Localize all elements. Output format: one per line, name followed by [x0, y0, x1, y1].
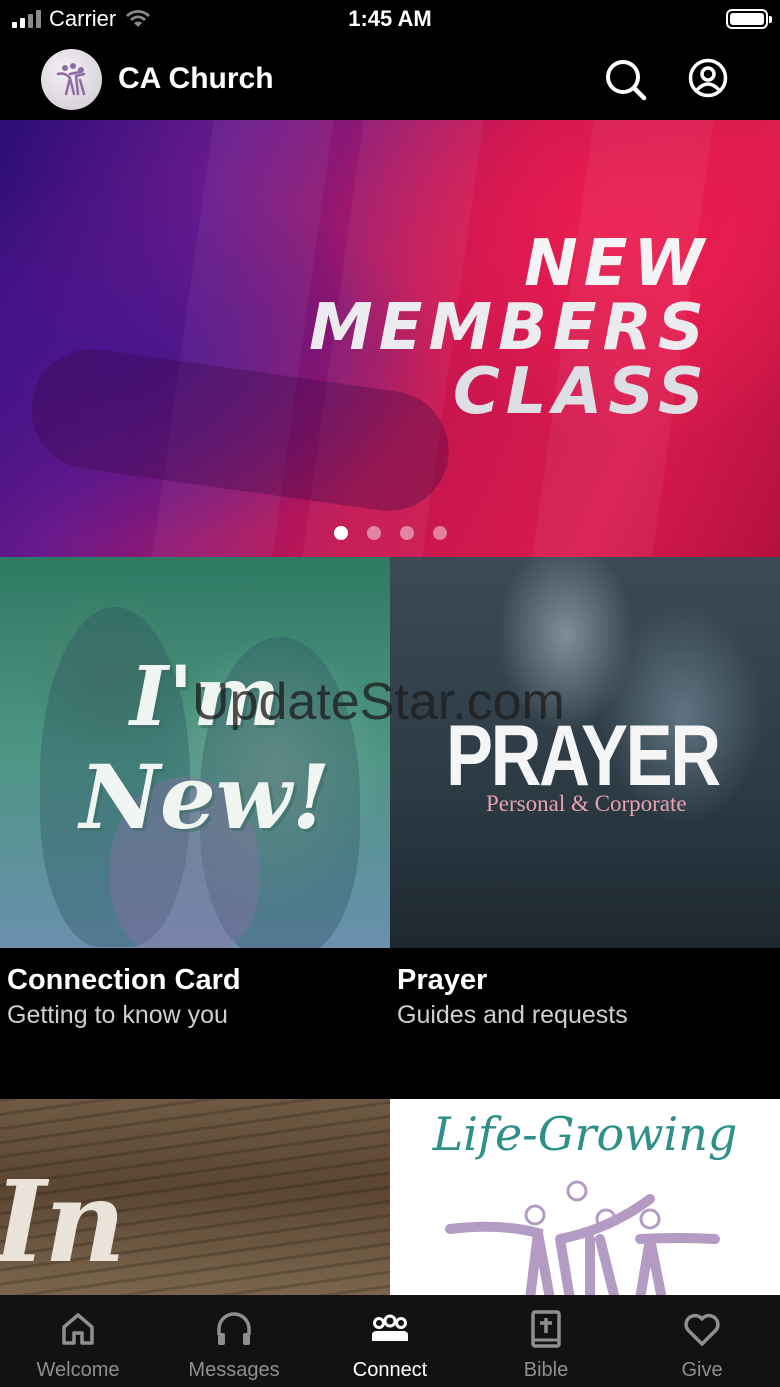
profile-button[interactable] [688, 58, 728, 98]
featured-carousel[interactable]: NEW MEMBERS CLASS [0, 120, 780, 557]
headphones-icon [217, 1312, 251, 1345]
in-our-tile[interactable]: In Our [0, 1099, 390, 1295]
battery-icon [726, 9, 772, 29]
hero-heading: NEW MEMBERS CLASS [309, 232, 710, 424]
people-logo-icon [445, 1180, 720, 1295]
tab-messages[interactable]: Messages [156, 1295, 312, 1387]
life-growing-graphic-text: Life-Growing [432, 1107, 738, 1161]
connection-card-tile[interactable]: I'm New! [0, 557, 390, 948]
tab-label: Messages [188, 1359, 280, 1381]
tab-label: Bible [523, 1359, 569, 1381]
hero-line: MEMBERS [309, 291, 710, 365]
search-icon [606, 60, 647, 101]
in-our-graphic-text: In Our [0, 1157, 228, 1295]
home-icon [62, 1313, 94, 1345]
watermark: UpdateStar.com [192, 673, 565, 731]
hero-line: CLASS [452, 355, 710, 429]
group-icon [372, 1314, 408, 1341]
tab-connect[interactable]: Connect [312, 1295, 468, 1387]
bible-icon [531, 1310, 561, 1348]
heart-icon [684, 1313, 720, 1346]
tab-bible[interactable]: Bible [468, 1295, 624, 1387]
status-bar: Carrier 1:45 AM [0, 0, 780, 40]
people-logo-icon [56, 62, 85, 95]
page-dot[interactable] [366, 526, 381, 540]
hero-line: NEW [524, 227, 710, 301]
tab-welcome[interactable]: Welcome [0, 1295, 156, 1387]
tab-label: Connect [352, 1359, 428, 1381]
tab-label: Give [681, 1359, 723, 1381]
im-new-line: New! [79, 745, 331, 849]
life-growing-tile[interactable]: Life-Growing [390, 1099, 780, 1295]
app-title: CA Church [118, 62, 274, 95]
page-dot[interactable] [333, 526, 348, 540]
church-logo[interactable] [41, 49, 102, 110]
page-dot[interactable] [432, 526, 447, 540]
status-time: 1:45 AM [348, 6, 432, 31]
page-dot[interactable] [399, 526, 414, 540]
connection-card-subtitle: Getting to know you [7, 1001, 228, 1029]
user-circle-icon [688, 58, 728, 98]
bottom-tab-bar: Welcome Messages Connect Bible Give [0, 1295, 780, 1387]
tab-give[interactable]: Give [624, 1295, 780, 1387]
app-header: CA Church [0, 40, 780, 120]
prayer-graphic-subtitle: Personal & Corporate [486, 791, 687, 816]
search-button[interactable] [604, 58, 648, 102]
tab-label: Welcome [36, 1359, 120, 1381]
connection-card-title[interactable]: Connection Card [7, 964, 241, 997]
prayer-card-title[interactable]: Prayer [397, 964, 487, 997]
prayer-card-subtitle: Guides and requests [397, 1001, 628, 1029]
carousel-page-indicator [0, 526, 780, 540]
prayer-tile[interactable]: PRAYER Personal & Corporate [390, 557, 780, 948]
